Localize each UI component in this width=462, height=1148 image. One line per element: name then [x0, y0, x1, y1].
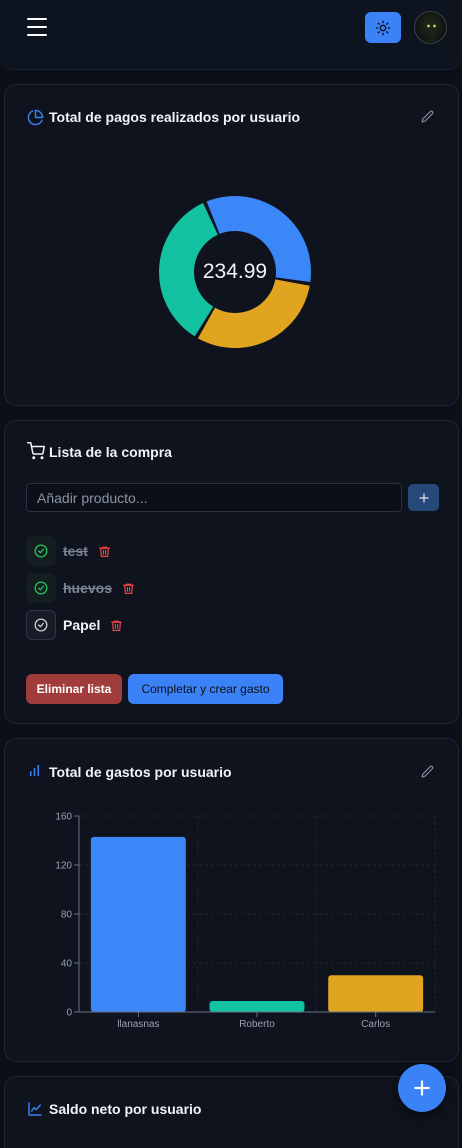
- bar-roberto[interactable]: [209, 1000, 305, 1012]
- bar-llanasnas[interactable]: [90, 836, 186, 1012]
- check-circle-icon: [34, 581, 48, 595]
- shopping-list-title: Lista de la compra: [49, 444, 172, 460]
- item-label: huevos: [63, 580, 113, 596]
- donut-center-value: 234.99: [202, 260, 268, 283]
- item-label: test: [63, 543, 88, 559]
- bar-carlos[interactable]: [328, 975, 424, 1012]
- pie-chart-icon: [27, 109, 44, 126]
- line-chart-icon: [28, 1102, 42, 1116]
- check-circle-icon: [34, 618, 48, 632]
- x-tick-label: Carlos: [361, 1019, 390, 1030]
- expenses-card-title: Total de gastos por usuario: [49, 764, 232, 780]
- complete-create-expense-button[interactable]: Completar y crear gasto: [128, 674, 283, 704]
- expenses-bar-chart: 0 40 80 120 160 llanasnas Roberto Carlos: [55, 812, 436, 1030]
- item-checkbox[interactable]: [26, 573, 56, 603]
- theme-toggle-button[interactable]: [365, 12, 401, 43]
- expenses-card: Total de gastos por usuario 0 40 80 120 160 l…: [4, 738, 459, 1062]
- y-tick-label: 160: [55, 812, 72, 823]
- bar-chart-icon: [30, 764, 39, 777]
- y-tick-label: 0: [66, 1008, 72, 1019]
- item-label: Papel: [63, 617, 101, 633]
- payments-card-title: Total de pagos realizados por usuario: [49, 109, 301, 125]
- plus-icon: [418, 492, 429, 503]
- check-circle-icon: [34, 544, 48, 558]
- avatar[interactable]: [414, 11, 447, 44]
- cart-icon: [27, 442, 45, 460]
- y-tick-label: 40: [61, 959, 73, 970]
- pencil-icon[interactable]: [421, 110, 434, 123]
- balance-card: Saldo neto por usuario: [4, 1076, 459, 1148]
- x-tick-label: llanasnas: [117, 1019, 159, 1030]
- trash-icon[interactable]: [122, 582, 135, 595]
- trash-icon[interactable]: [110, 619, 123, 632]
- add-product-input[interactable]: [26, 483, 402, 512]
- list-item: huevos: [26, 573, 135, 603]
- sun-icon: [375, 20, 391, 35]
- balance-card-title: Saldo neto por usuario: [49, 1101, 202, 1117]
- list-item: test: [26, 536, 111, 566]
- y-tick-label: 80: [61, 910, 73, 921]
- payments-card: Total de pagos realizados por usuario 23…: [4, 84, 459, 406]
- delete-list-button[interactable]: Eliminar lista: [26, 674, 122, 704]
- plus-icon: [414, 1080, 430, 1096]
- trash-icon[interactable]: [98, 545, 111, 558]
- item-checkbox[interactable]: [26, 610, 56, 640]
- add-product-button[interactable]: [408, 484, 439, 511]
- top-bar: [0, 0, 462, 70]
- add-fab-button[interactable]: [398, 1064, 446, 1112]
- y-tick-label: 120: [55, 861, 72, 872]
- pencil-icon[interactable]: [421, 765, 434, 778]
- shopping-list-card: Lista de la compra test huevos: [4, 420, 459, 724]
- hamburger-icon[interactable]: [27, 18, 47, 36]
- list-item: Papel: [26, 610, 123, 640]
- item-checkbox[interactable]: [26, 536, 56, 566]
- x-tick-label: Roberto: [239, 1019, 275, 1030]
